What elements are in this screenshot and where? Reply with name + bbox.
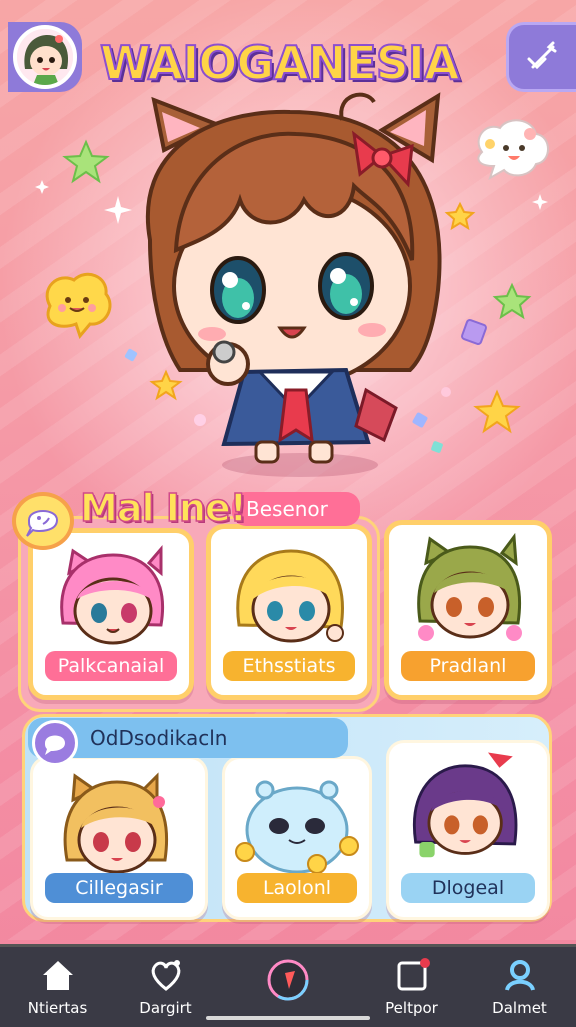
gem-icon (461, 319, 487, 345)
chat-bubble-icon (45, 735, 65, 755)
character-name-label: Ethsstiats (223, 651, 355, 681)
star-icon (492, 282, 532, 320)
home-icon (42, 961, 73, 990)
home-indicator (206, 1016, 370, 1020)
nav-item-profile[interactable]: Dalmet (462, 947, 576, 1027)
nav-item-favorites[interactable]: Dargirt (108, 947, 223, 1027)
character-card[interactable]: Palkcanaial (28, 528, 194, 700)
yellow-blob-mascot (45, 272, 112, 340)
favorites-tab[interactable]: Besenor (232, 492, 360, 526)
nav-label: Dalmet (492, 999, 547, 1017)
heart-icon (151, 960, 180, 991)
player-avatar-button[interactable] (8, 22, 82, 92)
character-portrait (412, 752, 518, 858)
character-portrait (417, 532, 522, 641)
favorites-title: Mal Ine! (79, 485, 248, 531)
hero-character[interactable] (120, 90, 460, 480)
star-icon (62, 139, 110, 184)
character-portrait (63, 772, 168, 874)
sparkle-icon (532, 194, 548, 210)
star-icon (473, 389, 521, 434)
character-name-label: Palkcanaial (45, 651, 177, 681)
cloud-chat-mascot (477, 119, 549, 181)
character-card[interactable]: Laolonl (222, 756, 372, 920)
nav-label: Dargirt (139, 999, 192, 1017)
character-portrait (235, 780, 359, 874)
center-play-icon (267, 959, 308, 1001)
chat-bubble-badge[interactable] (12, 492, 74, 550)
character-name-label: Pradlanl (401, 651, 535, 681)
bottom-navigation: Ntiertas Dargirt Peltpor Dalmet (0, 944, 576, 1027)
character-card[interactable]: Cillegasir (30, 756, 208, 920)
sparkle-icon (35, 180, 49, 194)
inbox-icon (397, 958, 430, 991)
bubble-badge (32, 720, 78, 766)
character-portrait (236, 549, 344, 643)
character-portrait (60, 544, 164, 645)
player-avatar (13, 25, 77, 89)
collapse-menu-button[interactable] (506, 22, 576, 92)
nav-item-home[interactable]: Ntiertas (0, 947, 115, 1027)
character-name-label: Dlogeal (401, 873, 535, 903)
profile-icon (504, 960, 535, 991)
character-card[interactable]: Dlogeal (386, 740, 550, 920)
nav-label: Ntiertas (27, 999, 88, 1017)
nav-item-inbox[interactable]: Peltpor (354, 947, 469, 1027)
collapse-icon (527, 41, 556, 70)
character-card[interactable]: Pradlanl (384, 520, 552, 700)
game-title: WAIOGANESIA (99, 35, 461, 91)
character-name-label: Laolonl (237, 873, 357, 903)
character-name-label: Cillegasir (45, 873, 193, 903)
character-card[interactable]: Ethsstiats (206, 524, 372, 700)
nav-label: Peltpor (385, 999, 438, 1017)
chat-bubble-icon (26, 510, 59, 537)
nav-item-center[interactable] (230, 947, 345, 1027)
